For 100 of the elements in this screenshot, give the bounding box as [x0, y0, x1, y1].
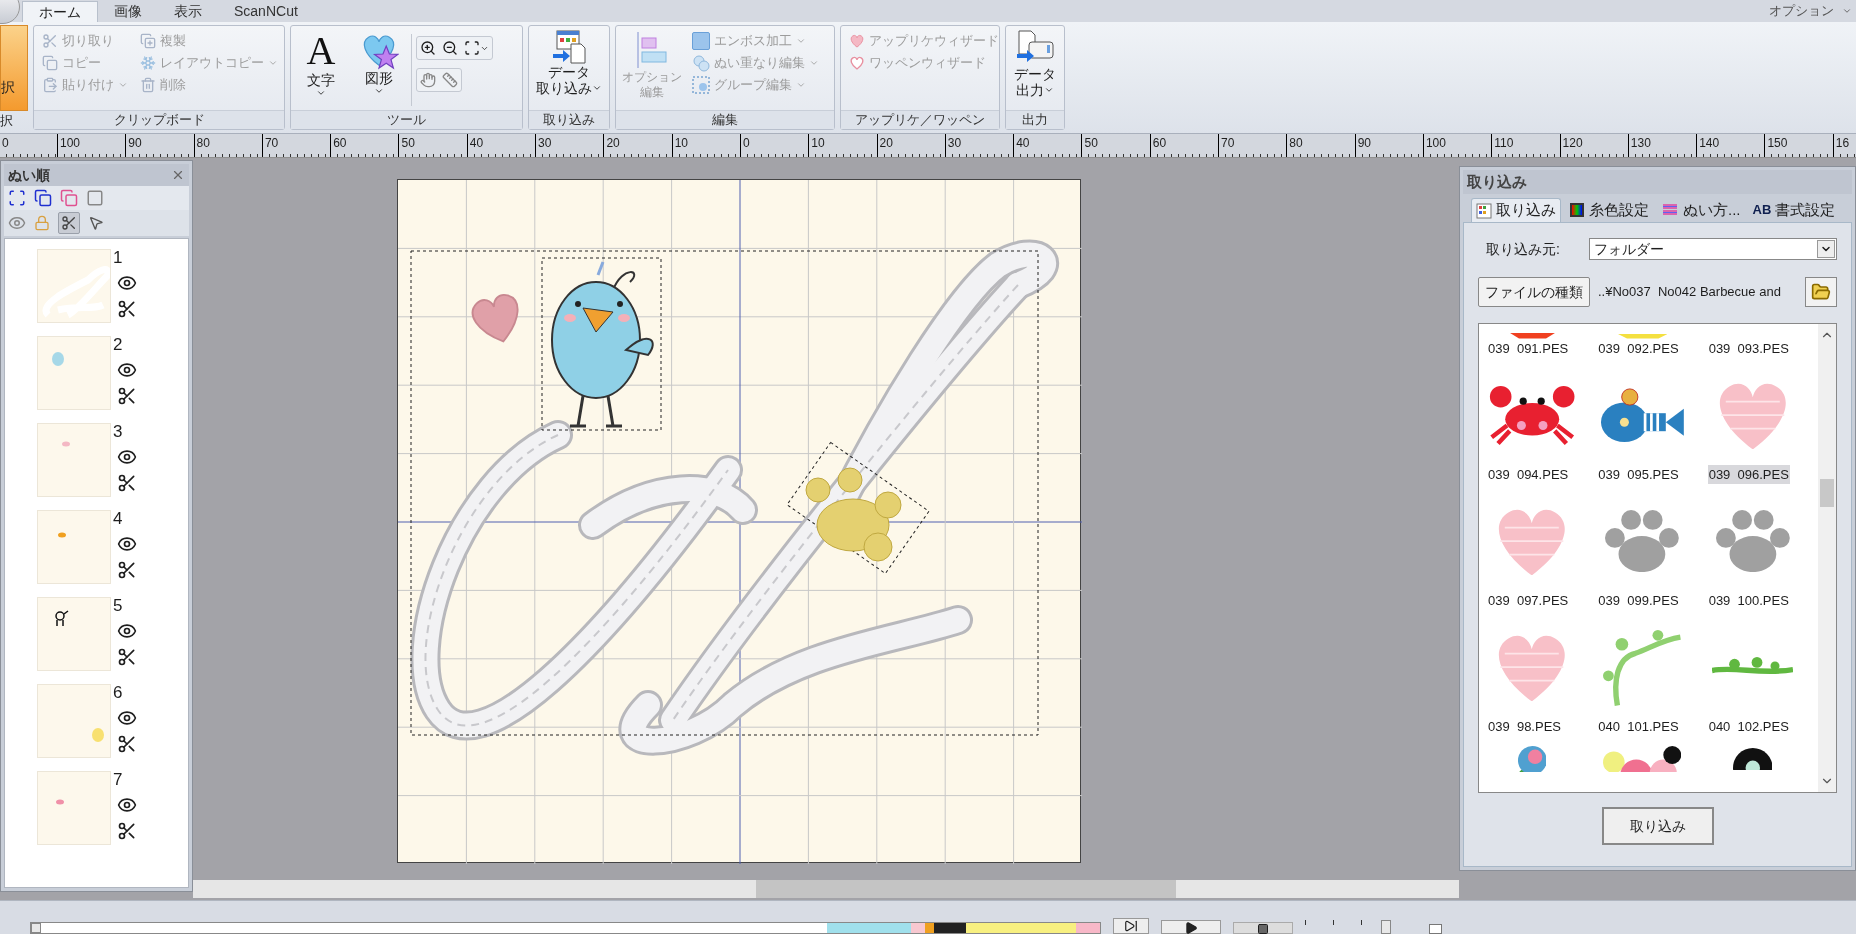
zoom-out-icon: [442, 40, 458, 56]
ruler-icon: [442, 72, 458, 88]
file-type-button[interactable]: ファイルの種類: [1478, 277, 1590, 307]
bird-drawing[interactable]: [551, 261, 654, 428]
source-dropdown[interactable]: フォルダー: [1589, 238, 1837, 260]
skip-button[interactable]: [1113, 918, 1149, 934]
close-icon[interactable]: [171, 168, 185, 182]
hand-icon: [420, 72, 436, 88]
text-format-icon: AB: [1752, 200, 1772, 220]
snowflake-icon: [140, 55, 156, 71]
ruler-label: 40: [469, 137, 484, 150]
scissors-icon[interactable]: [117, 647, 137, 667]
eye-icon[interactable]: [117, 273, 137, 293]
design-thumbnail[interactable]: [37, 336, 111, 410]
group-icon[interactable]: [34, 189, 52, 207]
fit-icon[interactable]: [8, 189, 26, 207]
checkbox[interactable]: [1429, 924, 1442, 934]
ruler-label: 60: [1152, 137, 1167, 150]
eye-icon[interactable]: [117, 534, 137, 554]
play-button[interactable]: [1161, 920, 1221, 934]
scissors-icon[interactable]: [117, 821, 137, 841]
scroll-thumb[interactable]: [1820, 479, 1834, 507]
ribbon-tab[interactable]: ScanNCut: [218, 1, 314, 22]
options-menu[interactable]: オプション: [1769, 0, 1852, 22]
scissors-icon[interactable]: [117, 386, 137, 406]
eye-icon[interactable]: [117, 621, 137, 641]
shape-tool-button[interactable]: 図形: [351, 30, 407, 110]
scissors-icon[interactable]: [117, 299, 137, 319]
design-thumbnail[interactable]: [37, 510, 111, 584]
select-button[interactable]: 択: [0, 25, 28, 111]
eye-icon[interactable]: [117, 360, 137, 380]
stop-button[interactable]: [1233, 922, 1293, 934]
slider-thumb[interactable]: [31, 923, 41, 933]
scissors-icon[interactable]: [117, 473, 137, 493]
import-button[interactable]: 取り込み: [1601, 807, 1714, 845]
panel-tab[interactable]: ぬい方...: [1657, 198, 1745, 222]
ruler-label: 120: [1562, 137, 1583, 150]
caret-icon: [1044, 85, 1054, 95]
design-thumbnail[interactable]: [37, 684, 111, 758]
eye-icon[interactable]: [117, 447, 137, 467]
ruler-label: 90: [1357, 137, 1371, 150]
ribbon-tab[interactable]: 画像: [98, 1, 158, 22]
ribbon-tab[interactable]: ホーム: [22, 1, 98, 22]
fit-icon: [464, 40, 480, 56]
slider-thumb[interactable]: [1380, 920, 1391, 934]
selection-frame[interactable]: [541, 257, 662, 431]
order-number: 2: [113, 336, 123, 354]
design-thumbnail[interactable]: [37, 771, 111, 845]
flower-drawing: [1517, 746, 1547, 772]
pointer-icon[interactable]: [88, 215, 104, 231]
design-thumbnail[interactable]: [37, 597, 111, 671]
caret-icon: [268, 58, 278, 68]
import-icon: [551, 30, 587, 64]
ruler-label: 20: [879, 137, 893, 150]
scissors-icon[interactable]: [117, 560, 137, 580]
folder-icon: [1811, 282, 1831, 302]
eye-icon[interactable]: [117, 795, 137, 815]
flower-drawing: [1732, 748, 1773, 770]
ruler-label: 100: [60, 137, 81, 150]
scissors-icon[interactable]: [117, 734, 137, 754]
ruler-label: 140: [1699, 137, 1720, 150]
panel-tab[interactable]: 取り込み: [1471, 198, 1561, 222]
group-title: 択: [0, 112, 14, 130]
browse-button[interactable]: [1805, 277, 1837, 307]
heart-drawing[interactable]: [471, 293, 519, 343]
zoom-in-icon: [420, 40, 436, 56]
horizontal-scrollbar[interactable]: [193, 880, 1459, 898]
ruler-label: 30: [947, 137, 962, 150]
scissors-icon: [42, 33, 58, 49]
frame-icon[interactable]: [86, 189, 104, 207]
ruler-label: 10: [811, 137, 825, 150]
design-thumbnail[interactable]: [37, 423, 111, 497]
text-tool-button[interactable]: A 文字: [295, 30, 347, 110]
ruler-label: 10: [674, 137, 689, 150]
data-import-button[interactable]: データ 取り込み: [533, 30, 605, 110]
stitch-slider[interactable]: [30, 922, 1101, 934]
panel-tab[interactable]: 糸色設定: [1565, 198, 1653, 222]
ribbon-tab[interactable]: 表示: [158, 1, 218, 22]
circles-icon: [692, 54, 710, 72]
color-sort-icon[interactable]: [60, 189, 78, 207]
ruler-label: 50: [1084, 137, 1098, 150]
ruler-label: 100: [1425, 137, 1446, 150]
source-label: 取り込み元:: [1485, 239, 1561, 259]
group-title: ツール: [387, 111, 426, 130]
scrollbar[interactable]: [1818, 324, 1836, 792]
data-output-button[interactable]: データ 出力: [1010, 30, 1060, 110]
caret-icon: [592, 83, 602, 93]
spool-icon: [1569, 202, 1585, 218]
scissors-toggle[interactable]: [58, 212, 80, 234]
order-number: 5: [113, 597, 123, 615]
panel-tab[interactable]: AB 書式設定: [1748, 198, 1840, 222]
caret-icon: [374, 86, 384, 96]
design-thumbnail[interactable]: [37, 249, 111, 323]
file-name[interactable]: 039 096.PES: [1707, 464, 1790, 484]
group-title: 取り込み: [543, 111, 595, 130]
caret-icon: [316, 88, 326, 98]
ruler-label: 30: [538, 137, 552, 150]
caret-icon: [809, 58, 819, 68]
caret-icon: [796, 80, 806, 90]
eye-icon[interactable]: [117, 708, 137, 728]
